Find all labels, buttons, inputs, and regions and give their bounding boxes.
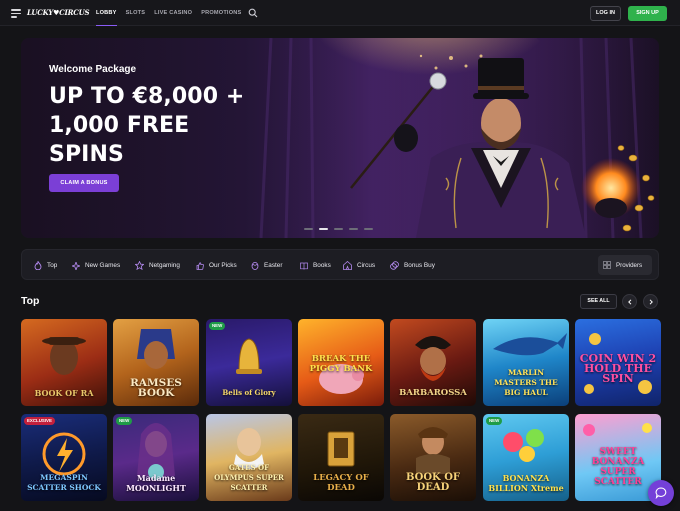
nav-slots[interactable]: SLOTS [126,0,146,26]
category-bar: Top New Games Netgaming Our Picks Easter… [21,249,659,280]
new-badge: NEW [209,322,226,330]
category-books[interactable]: Books [300,250,331,281]
nav-promotions[interactable]: PROMOTIONS [201,0,241,26]
providers-label: Providers [616,261,643,269]
game-title: LEGACY OF DEAD [313,473,369,493]
category-label: Our Picks [209,262,237,269]
scroll-right-button[interactable] [643,294,658,309]
hero-title-line-2: 1,000 FREE [49,113,190,138]
game-tile[interactable]: BREAK THE PIGGY BANK [298,319,384,406]
book-icon [300,262,308,270]
game-title: RAMSES BOOK [130,377,182,399]
game-title: SWEET BONANZA SUPER SCATTER [591,447,645,487]
hero-title-line-3: SPINS [49,142,124,167]
category-bonus-buy[interactable]: Bonus Buy [390,250,435,281]
game-tile[interactable]: BOOK OF RA [21,319,107,406]
live-chat-button[interactable] [648,480,674,506]
signup-button[interactable]: SIGN UP [628,6,667,21]
game-title: MARLIN MASTERS THE BIG HAUL [494,368,558,397]
game-tile[interactable]: NEW Bells of Glory [206,319,292,406]
game-title: BOOK OF RA [34,388,94,398]
game-title: Madame MOONLIGHT [126,473,186,493]
coins-icon [390,261,399,270]
category-label: Books [313,262,331,269]
sparkle-icon [72,261,80,270]
category-label: Circus [357,262,376,269]
game-title: COIN WIN 2 HOLD THE SPIN [579,352,657,385]
chevron-left-icon [628,299,632,305]
carousel-dot[interactable] [319,228,328,230]
game-tile[interactable]: BARBAROSSA [390,319,476,406]
carousel-dot[interactable] [334,228,343,230]
claim-bonus-button[interactable]: CLAIM A BONUS [49,174,119,192]
category-label: Netgaming [149,262,180,269]
hero-subtitle: Welcome Package [49,64,137,75]
category-top[interactable]: Top [34,250,57,281]
nav-lobby[interactable]: LOBBY [96,0,117,26]
hero-title-line-1: UP TO €8,000 + [49,84,245,109]
menu-icon[interactable] [11,9,21,18]
hero-banner[interactable]: Welcome Package UP TO €8,000 + 1,000 FRE… [21,38,659,238]
egg-icon [251,262,259,270]
game-title: GATES OF OLYMPUS SUPER SCATTER [214,463,284,492]
providers-button[interactable]: Providers [598,255,652,275]
chat-icon [655,487,667,499]
thumbs-up-icon [196,261,204,270]
tent-icon [343,261,352,270]
chevron-right-icon [649,299,653,305]
game-tile[interactable]: LEGACY OF DEAD [298,414,384,501]
top-header: LUCKY♥CIRCUS LOBBY SLOTS LIVE CASINO PRO… [0,0,680,26]
game-title: BONANZA BILLION Xtreme [488,473,564,493]
category-easter[interactable]: Easter [251,250,282,281]
category-label: Top [47,262,58,269]
main-nav: LOBBY SLOTS LIVE CASINO PROMOTIONS [96,0,250,26]
logo-text: LUCKY♥CIRCUS [27,8,90,17]
game-tile[interactable]: COIN WIN 2 HOLD THE SPIN [575,319,661,406]
site-logo[interactable]: LUCKY♥CIRCUS [27,6,90,20]
game-tile[interactable]: GATES OF OLYMPUS SUPER SCATTER [206,414,292,501]
game-tile[interactable]: EXCLUSIVE MEGASPIN SCATTER SHOCK [21,414,107,501]
flame-icon [34,261,42,270]
game-tile[interactable]: NEW Madame MOONLIGHT [113,414,199,501]
category-netgaming[interactable]: Netgaming [135,250,180,281]
new-badge: NEW [116,417,133,425]
section-title: Top [21,295,40,307]
nav-live-casino[interactable]: LIVE CASINO [154,0,192,26]
category-label: Easter [264,262,283,269]
carousel-dot[interactable] [349,228,358,230]
see-all-button[interactable]: SEE ALL [580,294,617,309]
game-tile[interactable]: RAMSES BOOK [113,319,199,406]
hero-title: UP TO €8,000 + 1,000 FREE SPINS [49,82,279,169]
game-title: BARBAROSSA [399,388,467,398]
star-icon [135,261,144,270]
grid-icon [603,261,611,269]
game-title: Bells of Glory [222,388,276,397]
new-badge: NEW [486,417,503,425]
carousel-dot[interactable] [364,228,373,230]
scroll-left-button[interactable] [622,294,637,309]
exclusive-badge: EXCLUSIVE [24,417,55,425]
category-our-picks[interactable]: Our Picks [196,250,237,281]
game-tile[interactable]: BOOK OF DEAD [390,414,476,501]
game-tile[interactable]: MARLIN MASTERS THE BIG HAUL [483,319,569,406]
search-icon[interactable] [248,8,258,18]
login-button[interactable]: LOG IN [590,6,621,21]
game-title: BOOK OF DEAD [405,472,461,493]
carousel-dot[interactable] [304,228,313,230]
category-label: New Games [85,262,121,269]
game-title: BREAK THE PIGGY BANK [309,354,373,374]
category-new-games[interactable]: New Games [72,250,120,281]
game-title: MEGASPIN SCATTER SHOCK [27,473,101,492]
carousel-indicators [304,228,379,230]
game-tile[interactable]: NEW BONANZA BILLION Xtreme [483,414,569,501]
category-circus[interactable]: Circus [343,250,375,281]
category-label: Bonus Buy [404,262,435,269]
